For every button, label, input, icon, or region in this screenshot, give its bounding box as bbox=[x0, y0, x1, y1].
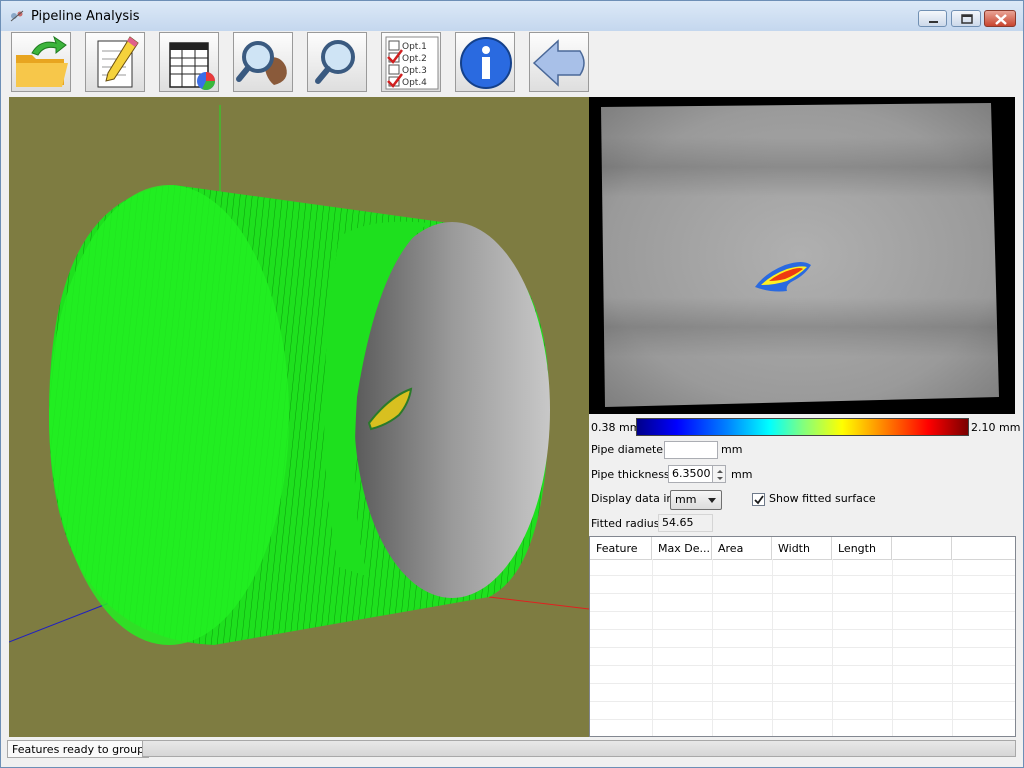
title-bar: Pipeline Analysis bbox=[1, 1, 1023, 31]
column-header-area[interactable]: Area bbox=[712, 537, 772, 559]
grid-line bbox=[772, 559, 773, 736]
pipe-diameter-input[interactable] bbox=[664, 441, 718, 459]
table-report-button[interactable] bbox=[159, 32, 219, 92]
pipe-thickness-unit: mm bbox=[731, 468, 753, 481]
back-arrow-icon bbox=[532, 39, 585, 87]
features-table[interactable]: Feature Max De... Area Width Length bbox=[589, 536, 1016, 737]
chevron-down-icon bbox=[708, 498, 716, 503]
grid-line bbox=[590, 683, 1015, 684]
spinner-arrows-icon bbox=[717, 470, 723, 480]
grid-line bbox=[832, 559, 833, 736]
column-header-feature[interactable]: Feature bbox=[590, 537, 652, 559]
edit-pencil-icon bbox=[97, 36, 139, 88]
grid-line bbox=[590, 575, 1015, 576]
app-window: Pipeline Analysis Opt.1 Opt.2 Opt.3 Opt.… bbox=[0, 0, 1024, 768]
maximize-button[interactable] bbox=[951, 10, 981, 27]
app-icon bbox=[10, 10, 24, 22]
pipe-thickness-label: Pipe thickness bbox=[591, 468, 670, 481]
toolbar: Opt.1 Opt.2 Opt.3 Opt.4 bbox=[1, 31, 1023, 95]
grid-line bbox=[590, 665, 1015, 666]
table-chart-icon bbox=[169, 42, 215, 90]
colorbar-max-label: 2.10 mm bbox=[971, 421, 1021, 434]
grid-line bbox=[892, 559, 893, 736]
open-folder-icon bbox=[16, 35, 68, 87]
window-title: Pipeline Analysis bbox=[31, 9, 140, 24]
options-button[interactable]: Opt.1 Opt.2 Opt.3 Opt.4 bbox=[381, 32, 441, 92]
column-header-max-depth[interactable]: Max De... bbox=[652, 537, 712, 559]
pipe-thickness-spinner[interactable] bbox=[712, 465, 726, 483]
axis-x bbox=[488, 596, 589, 610]
status-progress-bar bbox=[142, 740, 1016, 757]
fitted-radius-label: Fitted radius bbox=[591, 517, 660, 530]
fitted-radius-value: 54.65 bbox=[658, 514, 713, 532]
grid-line bbox=[590, 647, 1015, 648]
column-header-length[interactable]: Length bbox=[832, 537, 892, 559]
zoom-button[interactable] bbox=[307, 32, 367, 92]
show-fitted-surface-label: Show fitted surface bbox=[769, 492, 876, 505]
zoom-icon bbox=[315, 40, 355, 84]
pipe-front-rim bbox=[49, 185, 289, 645]
display-data-label: Display data in bbox=[591, 492, 674, 505]
checkmark-icon bbox=[754, 495, 764, 505]
3d-viewport[interactable] bbox=[9, 97, 589, 737]
pipe-thickness-input[interactable]: 6.3500 bbox=[668, 465, 713, 483]
info-icon bbox=[460, 37, 512, 89]
zoom-feature-button[interactable] bbox=[233, 32, 293, 92]
features-table-header: Feature Max De... Area Width Length bbox=[590, 537, 1015, 560]
pipe-3d-render bbox=[9, 105, 589, 645]
option-line-1: Opt.1 bbox=[402, 42, 427, 52]
status-message: Features ready to group bbox=[7, 740, 150, 758]
grid-line bbox=[712, 559, 713, 736]
option-line-2: Opt.2 bbox=[402, 54, 427, 64]
grid-line bbox=[652, 559, 653, 736]
back-button[interactable] bbox=[529, 32, 589, 92]
open-button[interactable] bbox=[11, 32, 71, 92]
depth-map-panel[interactable] bbox=[589, 97, 1015, 414]
edit-button[interactable] bbox=[85, 32, 145, 92]
info-button[interactable] bbox=[455, 32, 515, 92]
option-line-3: Opt.3 bbox=[402, 66, 427, 76]
grid-line bbox=[590, 611, 1015, 612]
pipe-diameter-label: Pipe diameter bbox=[591, 443, 668, 456]
depth-colorbar bbox=[636, 418, 969, 436]
close-button[interactable] bbox=[984, 10, 1016, 27]
option-line-4: Opt.4 bbox=[402, 78, 427, 88]
column-header-width[interactable]: Width bbox=[772, 537, 832, 559]
grid-line bbox=[590, 629, 1015, 630]
display-units-dropdown[interactable]: mm bbox=[670, 490, 722, 510]
minimize-button[interactable] bbox=[918, 10, 947, 27]
column-header-extra[interactable] bbox=[892, 537, 952, 559]
options-checklist-icon: Opt.1 Opt.2 Opt.3 Opt.4 bbox=[385, 36, 439, 90]
depth-map-image bbox=[589, 97, 1015, 414]
minimize-icon bbox=[929, 21, 938, 23]
close-icon bbox=[995, 14, 1007, 25]
grid-line bbox=[590, 719, 1015, 720]
display-units-value: mm bbox=[675, 493, 697, 506]
grid-line bbox=[590, 701, 1015, 702]
grid-line bbox=[590, 593, 1015, 594]
zoom-feature-icon bbox=[236, 41, 287, 85]
grid-line bbox=[952, 559, 953, 736]
maximize-icon bbox=[961, 14, 973, 24]
axis-z bbox=[9, 602, 110, 643]
show-fitted-surface-checkbox[interactable] bbox=[752, 493, 765, 506]
status-bar: Features ready to group bbox=[1, 739, 1023, 767]
colorbar-min-label: 0.38 mm bbox=[591, 421, 641, 434]
pipe-diameter-unit: mm bbox=[721, 443, 743, 456]
